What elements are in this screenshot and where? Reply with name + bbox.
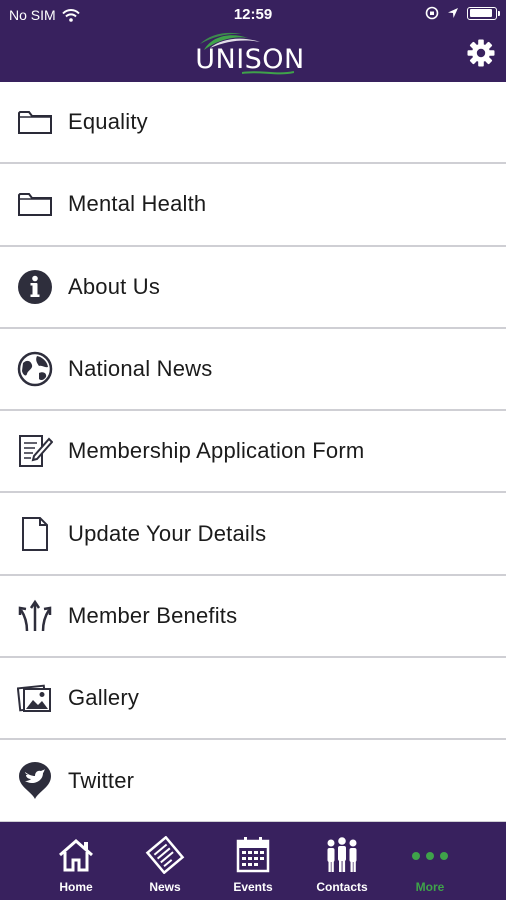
- menu-item-label: Gallery: [68, 685, 140, 711]
- newspaper-icon: [145, 836, 185, 874]
- more-dots-icon: [412, 852, 448, 860]
- menu-item-label: Mental Health: [68, 191, 207, 217]
- menu-item-label: About Us: [68, 273, 161, 299]
- orientation-lock-icon: [425, 6, 439, 20]
- bottom-tab-bar: Home News Events Contacts More: [0, 822, 506, 900]
- tab-label: Contacts: [316, 880, 368, 894]
- tab-label: News: [149, 880, 181, 894]
- tab-home[interactable]: Home: [36, 822, 116, 900]
- gear-icon[interactable]: [466, 38, 496, 68]
- menu-item-membership-application-form[interactable]: Membership Application Form: [0, 411, 506, 494]
- photos-icon: [16, 680, 54, 716]
- tab-events[interactable]: Events: [213, 822, 293, 900]
- menu-item-label: Twitter: [68, 767, 135, 793]
- tab-more[interactable]: More: [390, 822, 470, 900]
- tab-label: Home: [59, 880, 93, 894]
- info-icon: [16, 269, 54, 305]
- battery-icon: [467, 6, 500, 20]
- logo-underline: [242, 71, 294, 75]
- menu-item-mental-health[interactable]: Mental Health: [0, 164, 506, 247]
- menu-item-label: Member Benefits: [68, 602, 238, 628]
- more-menu-list: Equality Mental Health About Us National…: [0, 82, 506, 823]
- menu-item-update-your-details[interactable]: Update Your Details: [0, 493, 506, 576]
- globe-icon: [16, 351, 54, 387]
- tab-label: More: [415, 880, 445, 894]
- location-icon: [448, 8, 458, 18]
- tab-contacts[interactable]: Contacts: [302, 822, 382, 900]
- form-edit-icon: [16, 433, 54, 469]
- menu-item-label: Membership Application Form: [68, 438, 365, 464]
- tab-label: Events: [233, 880, 273, 894]
- menu-item-gallery[interactable]: Gallery: [0, 658, 506, 741]
- status-bar: No SIM 12:59: [0, 0, 506, 30]
- menu-item-member-benefits[interactable]: Member Benefits: [0, 575, 506, 659]
- menu-item-label: National News: [68, 356, 213, 382]
- status-indicators: [425, 6, 500, 20]
- home-icon: [59, 839, 93, 872]
- folder-icon: [16, 186, 54, 222]
- menu-item-equality[interactable]: Equality: [0, 82, 506, 165]
- calendar-icon: [236, 837, 270, 873]
- menu-item-about-us[interactable]: About Us: [0, 246, 506, 329]
- twitter-pin-icon: [16, 761, 54, 799]
- menu-item-national-news[interactable]: National News: [0, 328, 506, 412]
- people-icon: [327, 837, 357, 872]
- menu-item-label: Update Your Details: [68, 520, 267, 546]
- top-bar: No SIM 12:59 UNISON: [0, 0, 506, 82]
- unison-logo: UNISON: [190, 30, 310, 78]
- branch-arrows-icon: [16, 598, 54, 634]
- menu-item-label: Equality: [68, 109, 148, 135]
- document-icon: [16, 516, 54, 552]
- battery-level: [469, 9, 492, 17]
- tab-news[interactable]: News: [125, 822, 205, 900]
- folder-icon: [16, 104, 54, 140]
- menu-item-twitter[interactable]: Twitter: [0, 740, 506, 823]
